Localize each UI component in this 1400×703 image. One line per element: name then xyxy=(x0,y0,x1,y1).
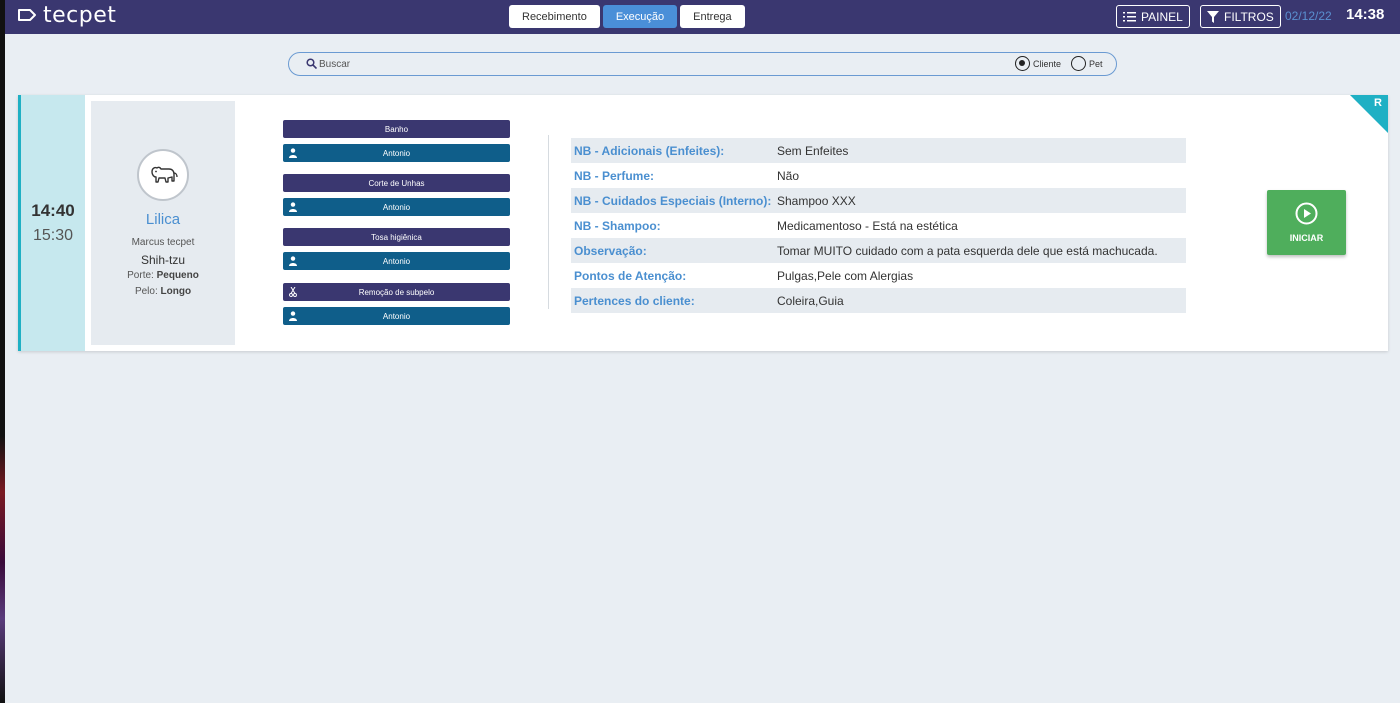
note-value: Medicamentoso - Está na estética xyxy=(777,218,958,233)
top-bar: tecpet Recebimento Execução Entrega PAIN… xyxy=(5,0,1400,34)
note-row: Pontos de Atenção: Pulgas,Pele com Alerg… xyxy=(571,263,1186,288)
current-date: 02/12/22 xyxy=(1285,9,1332,23)
service-name: Remoção de subpelo xyxy=(358,287,435,297)
person-icon xyxy=(289,256,297,266)
service-staff[interactable]: Antonio xyxy=(283,307,510,325)
filtros-label: FILTROS xyxy=(1224,9,1274,24)
service-name: Banho xyxy=(283,120,510,138)
service-staff[interactable]: Antonio xyxy=(283,144,510,162)
note-label: NB - Cuidados Especiais (Interno): xyxy=(574,193,772,208)
tab-recebimento[interactable]: Recebimento xyxy=(509,5,600,28)
divider xyxy=(548,135,549,309)
painel-label: PAINEL xyxy=(1141,9,1183,24)
corner-ribbon-label: R xyxy=(1374,97,1382,109)
pet-owner: Marcus tecpet xyxy=(131,237,195,248)
note-label: Pertences do cliente: xyxy=(574,293,695,308)
appointment-card: 14:40 15:30 Lilica Marcus tecpet Shih-tz… xyxy=(18,95,1388,351)
pet-coat-label: Pelo: xyxy=(134,286,158,297)
radio-cliente-circle[interactable] xyxy=(1015,56,1030,71)
note-row: NB - Shampoo: Medicamentoso - Está na es… xyxy=(571,213,1186,238)
logo-text: tecpet xyxy=(43,2,117,28)
radio-cliente-label: Cliente xyxy=(1033,58,1062,69)
note-row: NB - Adicionais (Enfeites): Sem Enfeites xyxy=(571,138,1186,163)
person-icon xyxy=(289,202,297,212)
start-button[interactable]: INICIAR xyxy=(1267,190,1346,255)
time-column: 14:40 15:30 xyxy=(18,95,85,351)
filtros-button[interactable]: FILTROS xyxy=(1200,5,1281,28)
service-name-row: Remoção de subpelo xyxy=(283,283,510,301)
dog-icon xyxy=(151,166,178,183)
pet-avatar xyxy=(137,149,189,201)
current-time: 14:38 xyxy=(1346,6,1385,23)
search-icon xyxy=(306,58,317,69)
service-staff[interactable]: Antonio xyxy=(283,198,510,216)
pet-info: Lilica Marcus tecpet Shih-tzu Porte: Peq… xyxy=(91,101,235,345)
end-time: 15:30 xyxy=(32,227,74,244)
search-input[interactable] xyxy=(319,56,999,72)
pet-size-label: Porte: xyxy=(127,270,154,281)
radio-pet[interactable]: Pet xyxy=(1071,56,1103,71)
service-name: Corte de Unhas xyxy=(283,174,510,192)
corner-ribbon xyxy=(1350,95,1388,133)
start-button-label: INICIAR xyxy=(1289,233,1324,243)
note-value: Coleira,Guia xyxy=(777,293,844,308)
radio-pet-label: Pet xyxy=(1089,58,1103,69)
tab-execucao[interactable]: Execução xyxy=(602,5,678,28)
app-logo[interactable]: tecpet xyxy=(17,2,116,28)
person-icon xyxy=(289,311,297,321)
note-label: NB - Perfume: xyxy=(574,168,655,183)
person-icon xyxy=(289,148,297,158)
note-value: Sem Enfeites xyxy=(777,143,849,158)
service-staff-name: Antonio xyxy=(382,202,411,212)
note-value: Tomar MUITO cuidado com a pata esquerda … xyxy=(777,243,1158,258)
service-name: Tosa higiênica xyxy=(283,228,510,246)
search-bar: Cliente Pet xyxy=(288,52,1117,76)
service-staff-name: Antonio xyxy=(382,256,411,266)
radio-pet-circle[interactable] xyxy=(1071,56,1086,71)
radio-cliente[interactable]: Cliente xyxy=(1015,56,1061,71)
pet-name[interactable]: Lilica xyxy=(91,211,235,228)
note-value: Pulgas,Pele com Alergias xyxy=(777,268,914,283)
scissors-icon xyxy=(289,287,297,297)
play-icon xyxy=(1295,202,1318,225)
pet-size: Porte: Pequeno xyxy=(91,270,235,281)
tag-icon xyxy=(18,9,36,21)
start-time: 14:40 xyxy=(31,201,75,220)
note-label: NB - Adicionais (Enfeites): xyxy=(574,143,725,158)
note-row: Observação: Tomar MUITO cuidado com a pa… xyxy=(571,238,1186,263)
note-row: NB - Cuidados Especiais (Interno): Shamp… xyxy=(571,188,1186,213)
note-row: NB - Perfume: Não xyxy=(571,163,1186,188)
pet-coat: Pelo: Longo xyxy=(91,286,235,297)
note-label: Observação: xyxy=(574,243,647,258)
service-staff[interactable]: Antonio xyxy=(283,252,510,270)
list-icon xyxy=(1123,11,1136,21)
pet-coat-value: Longo xyxy=(160,286,192,297)
tab-entrega[interactable]: Entrega xyxy=(680,5,745,28)
pet-breed: Shih-tzu xyxy=(140,253,186,267)
status-tabs: Recebimento Execução Entrega xyxy=(509,5,745,28)
note-label: NB - Shampoo: xyxy=(574,218,661,233)
filter-icon xyxy=(1207,10,1219,23)
note-row: Pertences do cliente: Coleira,Guia xyxy=(571,288,1186,313)
app-screen: tecpet Recebimento Execução Entrega PAIN… xyxy=(5,0,1400,703)
note-value: Não xyxy=(777,168,800,183)
service-staff-name: Antonio xyxy=(382,148,411,158)
note-value: Shampoo XXX xyxy=(777,193,856,208)
painel-button[interactable]: PAINEL xyxy=(1116,5,1190,28)
pet-size-value: Pequeno xyxy=(156,270,199,281)
note-label: Pontos de Atenção: xyxy=(574,268,687,283)
service-staff-name: Antonio xyxy=(382,311,411,321)
